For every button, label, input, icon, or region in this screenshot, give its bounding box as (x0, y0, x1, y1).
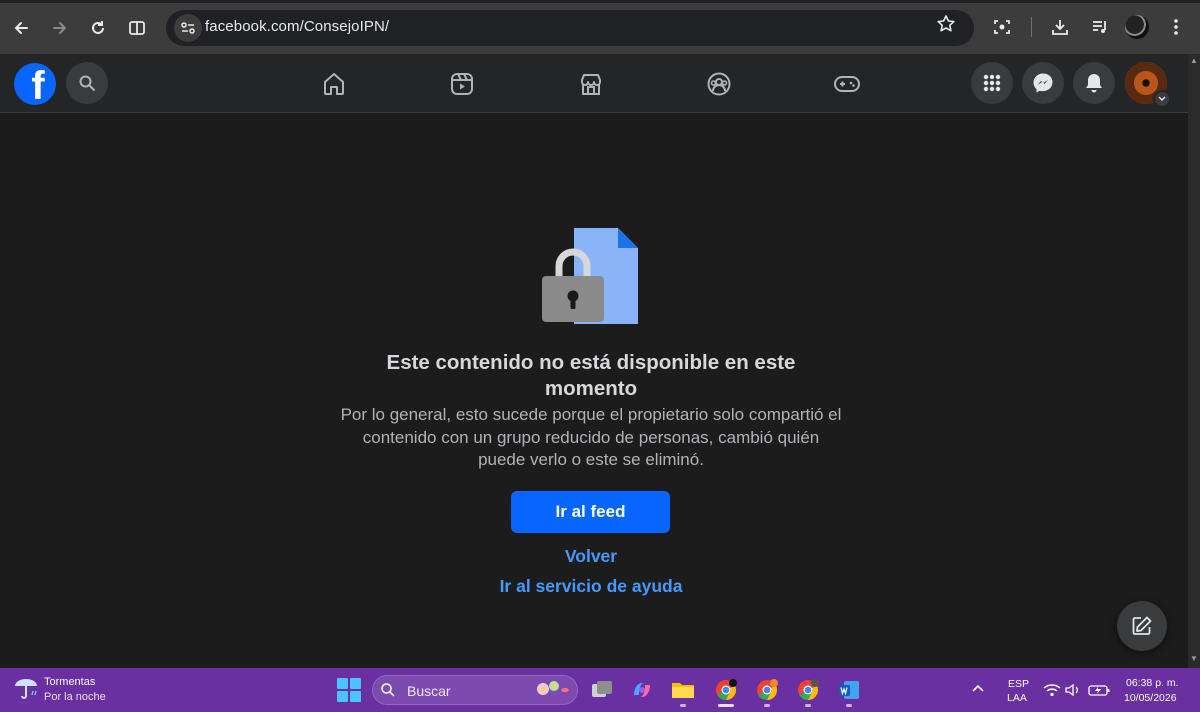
bookmark-star-icon[interactable] (936, 14, 956, 39)
tray-overflow-chevron-icon[interactable] (972, 682, 984, 696)
search-icon[interactable] (66, 62, 108, 104)
notifications-bell-icon[interactable] (1073, 62, 1115, 104)
messenger-icon[interactable] (1022, 62, 1064, 104)
page-title: Este contenido no está disponible en est… (386, 351, 796, 400)
running-indicator (764, 704, 770, 707)
help-center-link[interactable]: Ir al servicio de ayuda (440, 576, 742, 597)
profile-avatar[interactable] (1125, 15, 1149, 39)
scroll-down-arrow-icon[interactable]: ▼ (1190, 654, 1198, 663)
reels-icon[interactable] (440, 62, 484, 106)
url-text[interactable]: facebook.com/ConsejoIPN/ (205, 18, 389, 35)
groups-icon[interactable] (697, 62, 741, 106)
volume-icon[interactable] (1065, 683, 1081, 697)
marketplace-icon[interactable] (569, 62, 613, 106)
facebook-logo-letter: f (31, 64, 45, 105)
search-highlight-flowers-icon (537, 681, 569, 695)
google-lens-icon[interactable] (987, 12, 1017, 42)
back-arrow-icon[interactable] (6, 13, 36, 43)
file-explorer-icon[interactable] (669, 676, 697, 704)
input-language[interactable]: ESP (1008, 678, 1029, 690)
toolbar-divider (1031, 17, 1032, 37)
back-link[interactable]: Volver (440, 546, 742, 567)
weather-storm-icon[interactable] (12, 676, 40, 702)
windows-start-icon[interactable] (336, 677, 362, 703)
gaming-icon[interactable] (825, 62, 869, 106)
split-view-icon[interactable] (122, 13, 152, 43)
weather-title[interactable]: Tormentas (44, 676, 95, 688)
clock-time[interactable]: 06:38 p. m. (1126, 677, 1179, 689)
error-description: Por lo general, esto sucede porque el pr… (340, 405, 842, 469)
running-indicator (805, 704, 811, 707)
facebook-logo[interactable]: f (14, 63, 56, 105)
forward-arrow-icon[interactable] (45, 13, 75, 43)
weather-subtitle[interactable]: Por la noche (44, 691, 106, 703)
apps-grid-icon[interactable] (971, 62, 1013, 104)
home-icon[interactable] (312, 62, 356, 106)
reload-icon[interactable] (83, 13, 113, 43)
taskbar-search-icon (381, 683, 395, 697)
browser-tabstrip-edge (0, 0, 1200, 3)
copilot-icon[interactable] (628, 676, 656, 704)
content-locked-icon (542, 228, 638, 324)
chevron-down-icon[interactable] (1153, 90, 1171, 108)
wifi-icon[interactable] (1043, 683, 1061, 697)
scroll-up-arrow-icon[interactable]: ▲ (1190, 56, 1198, 65)
running-indicator (846, 704, 852, 707)
site-info-icon[interactable] (174, 14, 202, 42)
go-to-feed-button[interactable]: Ir al feed (511, 491, 670, 533)
download-icon[interactable] (1045, 12, 1075, 42)
new-message-button[interactable] (1117, 601, 1167, 651)
media-controls-icon[interactable] (1085, 12, 1115, 42)
input-layout[interactable]: LAA (1007, 692, 1027, 704)
chrome-profile-3-icon[interactable] (794, 676, 822, 704)
chrome-profile-2-icon[interactable] (753, 676, 781, 704)
taskbar-search-placeholder[interactable]: Buscar (407, 683, 451, 699)
battery-charging-icon[interactable] (1088, 683, 1110, 697)
task-view-icon[interactable] (588, 676, 616, 704)
menu-dots-icon[interactable] (1161, 12, 1191, 42)
running-indicator (680, 704, 686, 707)
active-app-indicator (718, 704, 734, 707)
page-scrollbar[interactable] (1188, 54, 1200, 668)
clock-date[interactable]: 10/05/2026 (1124, 692, 1177, 704)
word-icon[interactable] (835, 676, 863, 704)
chrome-icon[interactable] (712, 676, 740, 704)
